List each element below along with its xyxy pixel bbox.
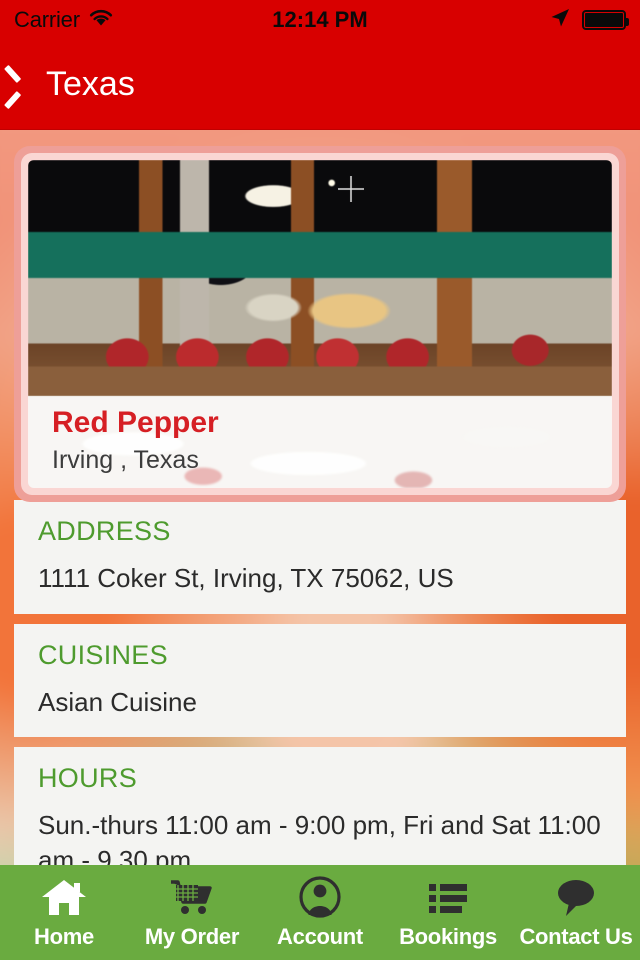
bottom-tab-bar: Home My Order Account Bookings Contact U… (0, 865, 640, 960)
section-label: CUISINES (38, 639, 168, 670)
person-circle-icon (297, 874, 343, 920)
status-bar-right (548, 6, 640, 35)
section-label: ADDRESS (38, 516, 171, 546)
cart-icon (169, 874, 215, 920)
info-sections: ADDRESS 1111 Coker St, Irving, TX 75062,… (0, 500, 640, 905)
section-label: HOURS (38, 763, 138, 794)
tab-label: Contact Us (519, 924, 633, 949)
app-screen: Carrier 12:14 PM Texas Red Pepper Irving… (0, 0, 640, 960)
nav-bar: Texas (0, 40, 640, 130)
restaurant-location: Irving , Texas (52, 445, 199, 474)
status-bar-time: 12:14 PM (272, 7, 368, 32)
restaurant-card: Red Pepper Irving , Texas (14, 146, 626, 502)
address-value: 1111 Coker St, Irving, TX 75062, US (38, 563, 454, 593)
page-title: Texas (46, 65, 135, 103)
tab-account[interactable]: Account (256, 865, 384, 960)
tab-contact-us[interactable]: Contact Us (512, 865, 640, 960)
tab-bookings[interactable]: Bookings (384, 865, 512, 960)
section-cuisines: CUISINES Asian Cuisine (14, 623, 626, 738)
tab-my-order[interactable]: My Order (128, 865, 256, 960)
restaurant-name: Red Pepper (52, 406, 219, 439)
section-address: ADDRESS 1111 Coker St, Irving, TX 75062,… (14, 500, 626, 614)
tab-label: Home (34, 924, 94, 949)
chevron-left-icon (14, 67, 40, 103)
tab-label: My Order (144, 924, 240, 949)
cuisines-value: Asian Cuisine (38, 686, 197, 717)
list-icon (425, 874, 471, 920)
status-bar: Carrier 12:14 PM (0, 0, 640, 40)
battery-full-icon (582, 10, 629, 30)
restaurant-card-inner: Red Pepper Irving , Texas (21, 153, 619, 495)
restaurant-photo: Red Pepper Irving , Texas (28, 160, 612, 488)
tab-label: Bookings (399, 924, 497, 949)
tab-label: Account (277, 924, 363, 949)
tab-home[interactable]: Home (0, 865, 128, 960)
location-arrow-icon (548, 6, 572, 35)
photo-light-sparkle (337, 176, 364, 203)
home-icon (41, 874, 87, 920)
speech-bubble-icon (553, 874, 599, 920)
back-button[interactable]: Texas (14, 65, 135, 104)
restaurant-title-overlay: Red Pepper Irving , Texas (28, 396, 612, 488)
